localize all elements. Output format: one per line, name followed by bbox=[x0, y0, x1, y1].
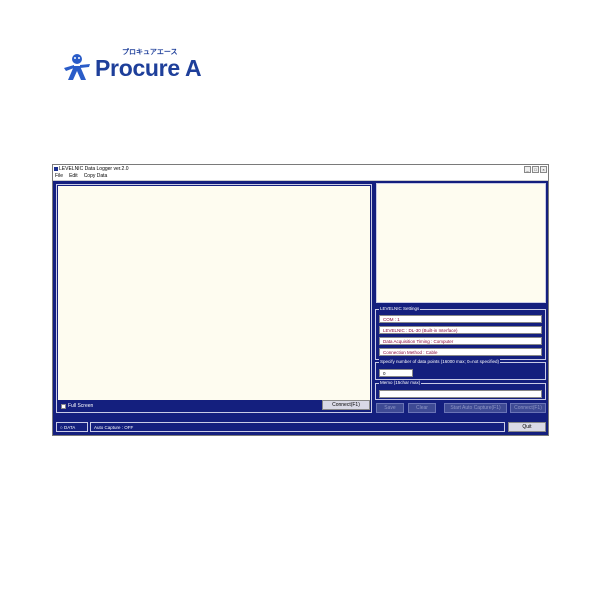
settings-title: LEVELNIC Settings bbox=[379, 306, 421, 311]
connect-button-right[interactable]: Connect(F1) bbox=[510, 403, 546, 413]
menu-file[interactable]: File bbox=[55, 173, 63, 180]
memo-group: Memo (15char max) bbox=[375, 380, 546, 400]
window-title: LEVELNIC Data Logger ver.2.0 bbox=[59, 166, 129, 172]
close-icon[interactable]: × bbox=[540, 166, 547, 173]
main-graph-area[interactable] bbox=[58, 186, 370, 400]
data-indicator: ○ DATA bbox=[56, 422, 88, 432]
data-label: DATA bbox=[63, 425, 76, 430]
main-graph-panel: Full Screen Connect(F1) bbox=[56, 184, 372, 413]
secondary-graph-area[interactable] bbox=[376, 183, 546, 303]
clear-button[interactable]: Clear bbox=[408, 403, 436, 413]
memo-title: Memo (15char max) bbox=[379, 380, 422, 385]
window-body: Full Screen Connect(F1) LEVELNIC Setting… bbox=[53, 181, 548, 435]
levelnic-settings-group: LEVELNIC Settings COM : 1 LEVELNIC : DL-… bbox=[375, 306, 546, 360]
maximize-icon[interactable]: □ bbox=[532, 166, 539, 173]
data-points-input[interactable]: 0 bbox=[379, 369, 413, 377]
fullscreen-label: Full Screen bbox=[68, 403, 94, 409]
save-button[interactable]: Save bbox=[376, 403, 404, 413]
fullscreen-toggle[interactable]: Full Screen bbox=[61, 403, 93, 409]
auto-capture-status: Auto Capture : OFF bbox=[90, 422, 505, 432]
quit-button[interactable]: Quit bbox=[508, 422, 546, 432]
data-points-group: Specify number of data points (16000 max… bbox=[375, 359, 546, 380]
minimize-icon[interactable]: _ bbox=[524, 166, 531, 173]
logo-text: Procure A bbox=[95, 55, 202, 81]
app-window: LEVELNIC Data Logger ver.2.0 _ □ × File … bbox=[52, 164, 549, 436]
memo-input[interactable] bbox=[379, 390, 542, 398]
setting-connection: Connection Method : Cable bbox=[379, 348, 542, 356]
fullscreen-checkbox[interactable] bbox=[61, 403, 66, 409]
runner-mascot-icon bbox=[64, 54, 90, 80]
window-controls: _ □ × bbox=[524, 166, 547, 173]
title-bar: LEVELNIC Data Logger ver.2.0 _ □ × bbox=[53, 165, 548, 173]
status-bar: ○ DATA Auto Capture : OFF Quit bbox=[53, 419, 548, 435]
setting-levelnic: LEVELNIC : DL-30 (Built-in Interface) bbox=[379, 326, 542, 334]
menu-bar: File Edit Copy Data bbox=[53, 173, 548, 181]
setting-com: COM : 1 bbox=[379, 315, 542, 323]
app-icon bbox=[54, 167, 58, 171]
setting-timing: Data Acquisition Timing : Computer bbox=[379, 337, 542, 345]
connect-button-left[interactable]: Connect(F1) bbox=[322, 400, 370, 410]
points-title: Specify number of data points (16000 max… bbox=[379, 359, 500, 364]
menu-edit[interactable]: Edit bbox=[69, 173, 78, 180]
menu-copy-data[interactable]: Copy Data bbox=[84, 173, 108, 180]
start-auto-capture-button[interactable]: Start Auto Capture(F1) bbox=[444, 403, 507, 413]
procure-a-logo: プロキュアエース Procure A bbox=[62, 48, 212, 86]
